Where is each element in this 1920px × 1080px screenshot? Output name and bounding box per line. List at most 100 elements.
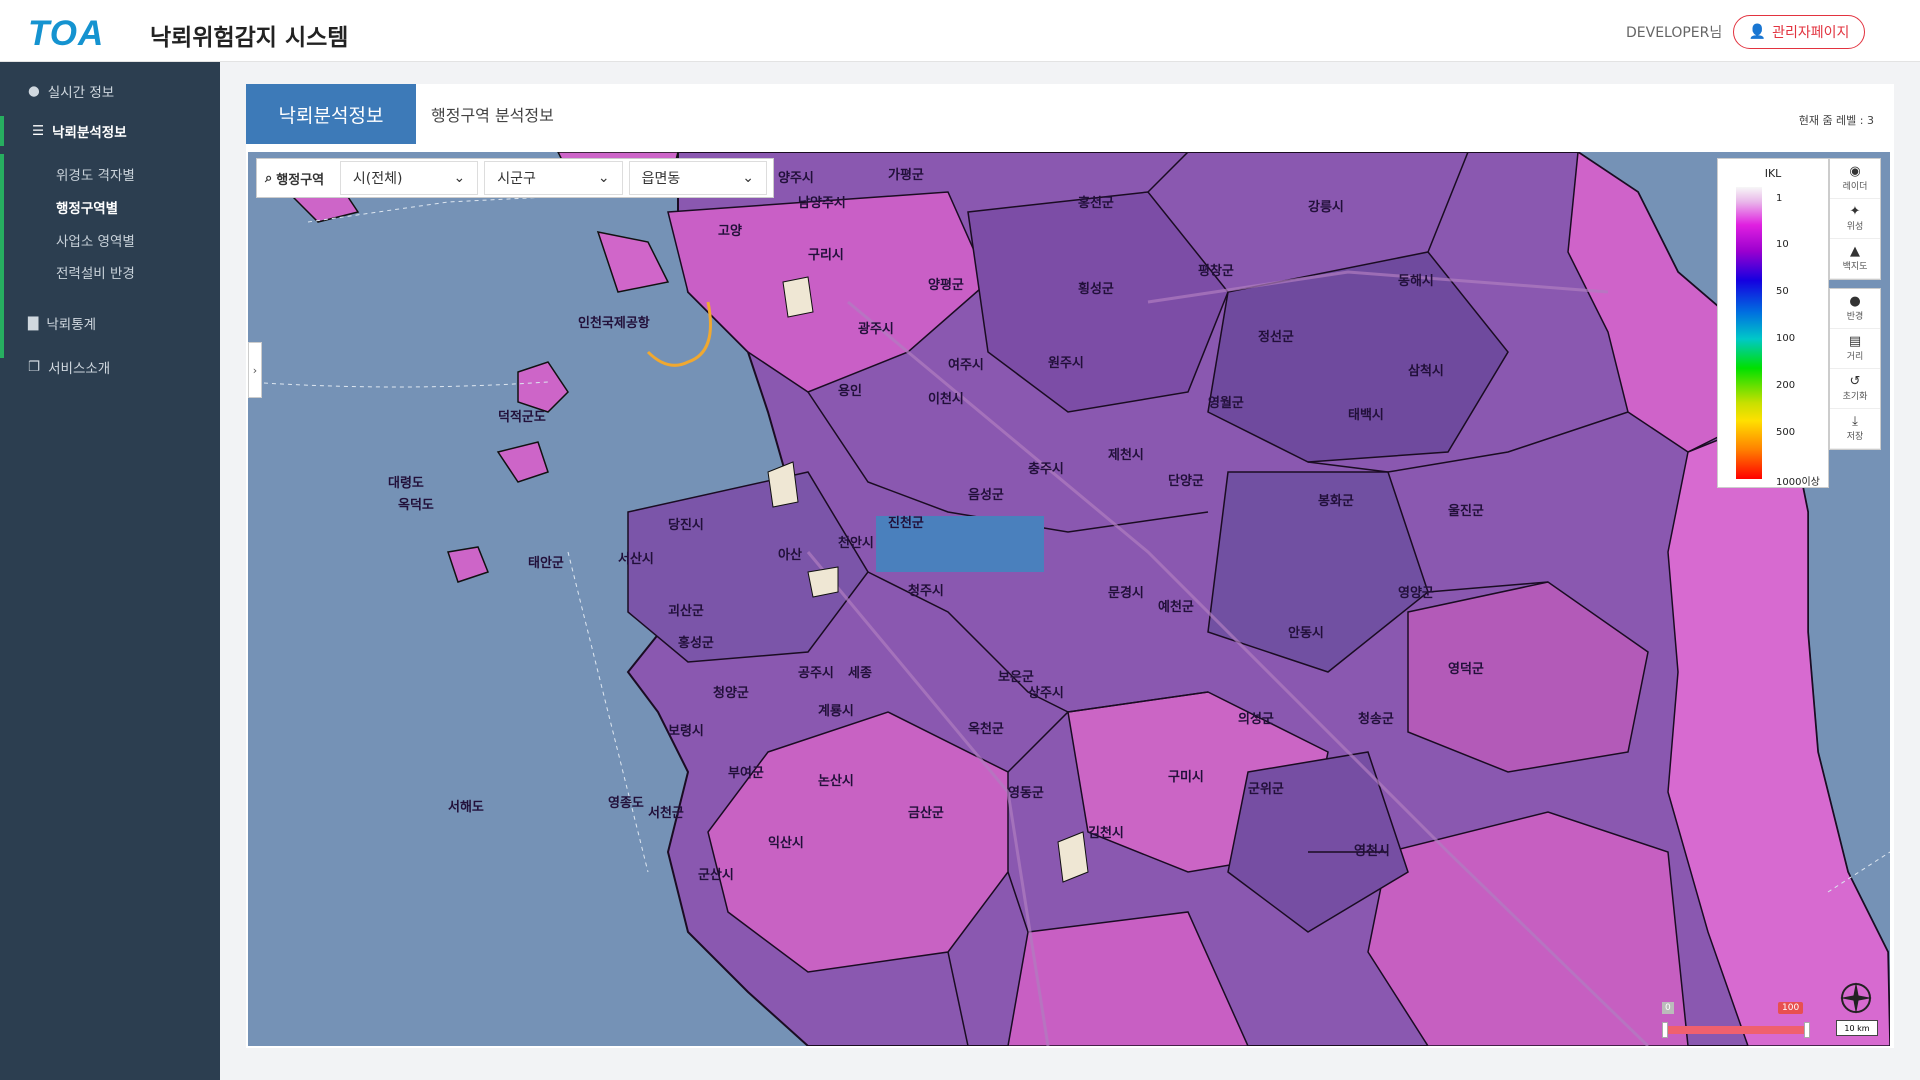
sidebar-item-label: 낙뢰통계 <box>46 317 97 333</box>
map-region-label: 논산시 <box>818 774 854 789</box>
map-region-label: 제천시 <box>1108 448 1144 463</box>
map-region-label: 고양 <box>718 224 742 239</box>
map-region-label: 옥천군 <box>968 722 1004 737</box>
map-pin-icon: ● <box>28 83 40 99</box>
blank-map-icon: ▲ <box>1850 244 1860 259</box>
tab-analysis[interactable]: 낙뢰분석정보 <box>246 84 416 144</box>
range-min-label: 0 <box>1662 1002 1674 1014</box>
map-region-label: 진천군 <box>888 516 924 531</box>
map-region-label: 당진시 <box>668 518 704 533</box>
radius-button[interactable]: ● 반경 <box>1830 289 1880 329</box>
map-view[interactable]: 양주시 가평군 홍천군 강릉시 남양주시 구리시 고양 인천국제공항 양평군 횡성군 평창군 동해시 광… <box>248 152 1890 1046</box>
distance-button[interactable]: ▤ 거리 <box>1830 329 1880 369</box>
map-region-label: 단양군 <box>1168 474 1204 489</box>
reset-button[interactable]: ↺ 초기화 <box>1830 369 1880 409</box>
logo[interactable]: TOA <box>28 14 104 54</box>
user-icon: 👤 <box>1748 24 1767 40</box>
map-region-label: 문경시 <box>1108 586 1144 601</box>
sidebar-item-service[interactable]: ❐ 서비스소개 <box>0 352 220 382</box>
range-slider-track[interactable] <box>1666 1026 1806 1034</box>
sidebar-item-statistics[interactable]: ▇ 낙뢰통계 <box>0 308 220 338</box>
legend-tick: 50 <box>1776 286 1789 297</box>
map-region-label: 덕적군도 <box>498 410 546 425</box>
map-region-label: 세종 <box>848 666 872 681</box>
map-region-label: 홍성군 <box>678 636 714 651</box>
filter-label: ⌕ 행정구역 <box>265 170 325 188</box>
satellite-button[interactable]: ✦ 위성 <box>1830 199 1880 239</box>
map-region-label: 이천시 <box>928 392 964 407</box>
map-region-label: 충주시 <box>1028 462 1064 477</box>
map-region-label: 군산시 <box>698 868 734 883</box>
sidebar-item-analysis[interactable]: ☰ 낙뢰분석정보 <box>0 116 220 146</box>
legend-tick: 100 <box>1776 333 1796 344</box>
district-select[interactable]: 시군구 ⌄ <box>484 161 623 195</box>
scale-bar: 10 km <box>1836 1020 1878 1036</box>
blank-map-button[interactable]: ▲ 백지도 <box>1830 239 1880 279</box>
range-slider-max-handle[interactable] <box>1804 1022 1810 1038</box>
map-region-label: 계룡시 <box>818 704 854 719</box>
map-region-label: 영덕군 <box>1448 662 1484 677</box>
map-region-label: 영양군 <box>1398 586 1434 601</box>
map-region-label: 평창군 <box>1198 264 1234 279</box>
map-region-label: 영월군 <box>1208 396 1244 411</box>
measure-tools: ● 반경 ▤ 거리 ↺ 초기화 ⤓ 저장 <box>1829 288 1881 450</box>
chevron-down-icon: ⌄ <box>742 170 754 186</box>
bar-chart-icon: ▇ <box>28 315 39 331</box>
admin-page-button[interactable]: 👤 관리자페이지 <box>1733 15 1865 49</box>
map-region-label: 서해도 <box>448 800 484 815</box>
sidebar-item-realtime[interactable]: ● 실시간 정보 <box>0 76 220 106</box>
save-button[interactable]: ⤓ 저장 <box>1830 409 1880 449</box>
ruler-icon: ▤ <box>1848 334 1862 349</box>
map-region-label: 용인 <box>838 384 862 399</box>
sidebar: ● 실시간 정보 ☰ 낙뢰분석정보 위경도 격자별 행정구역별 사업소 영역별 … <box>0 62 220 1080</box>
sidebar-subitem-district[interactable]: 행정구역별 <box>56 197 118 217</box>
legend-gradient <box>1736 187 1762 479</box>
panel-toggle-button[interactable]: › <box>248 342 262 398</box>
map-region-label: 청송군 <box>1358 712 1394 727</box>
map-region-label: 동해시 <box>1398 274 1434 289</box>
map-region-label: 양평군 <box>928 278 964 293</box>
sidebar-item-label: 서비스소개 <box>48 361 111 377</box>
chevron-down-icon: ⌄ <box>597 170 610 186</box>
copy-icon: ❐ <box>28 359 41 375</box>
map-region-label: 구리시 <box>808 248 844 263</box>
map-region-label: 예천군 <box>1158 600 1194 615</box>
user-name: DEVELOPER님 <box>1626 25 1723 41</box>
map-region-label: 공주시 <box>798 666 834 681</box>
map-region-label: 홍천군 <box>1078 196 1114 211</box>
town-select[interactable]: 읍면동 ⌄ <box>628 161 767 195</box>
sidebar-item-label: 낙뢰분석정보 <box>52 125 127 141</box>
map-region-label: 익산시 <box>768 836 804 851</box>
map-region-label: 영동군 <box>1008 786 1044 801</box>
map-region-label: 울진군 <box>1448 504 1484 519</box>
map-region-label: 영천시 <box>1354 844 1390 859</box>
map-region-label: 청주시 <box>908 584 944 599</box>
map-region-label: 대령도 <box>388 476 424 491</box>
map-region-label: 군위군 <box>1248 782 1284 797</box>
admin-page-label: 관리자페이지 <box>1772 25 1850 41</box>
map-region-label: 부여군 <box>728 766 764 781</box>
map-region-label: 보령시 <box>668 724 704 739</box>
sidebar-subitem-office[interactable]: 사업소 영역별 <box>56 230 135 250</box>
city-select[interactable]: 시(전체) ⌄ <box>339 161 479 195</box>
sidebar-subitem-facility[interactable]: 전력설비 반경 <box>56 262 135 282</box>
app-header: TOA 낙뢰위험감지 시스템 DEVELOPER님 👤 관리자페이지 <box>0 0 1920 62</box>
map-region-label: 서천군 <box>648 806 684 821</box>
reset-icon: ↺ <box>1849 374 1861 389</box>
radar-button[interactable]: ◉ 레이더 <box>1830 159 1880 199</box>
legend-tick: 500 <box>1776 427 1796 438</box>
map-region-label: 보은군 <box>998 670 1034 685</box>
legend-tick: 200 <box>1776 380 1796 391</box>
map-region-label: 강릉시 <box>1308 200 1344 215</box>
map-region-label: 서산시 <box>618 552 654 567</box>
tab-district-analysis[interactable]: 행정구역 분석정보 <box>431 84 554 144</box>
layer-tools: ◉ 레이더 ✦ 위성 ▲ 백지도 <box>1829 158 1881 280</box>
sidebar-subitem-grid[interactable]: 위경도 격자별 <box>56 164 135 184</box>
map-region-label: 의성군 <box>1238 712 1274 727</box>
sidebar-item-label: 실시간 정보 <box>47 85 115 101</box>
map-region-label: 원주시 <box>1048 356 1084 371</box>
map-region-label: 양주시 <box>778 171 814 186</box>
zoom-level: 현재 줌 레벨 : 3 <box>1798 114 1874 127</box>
range-max-label: 100 <box>1778 1002 1804 1014</box>
range-slider-min-handle[interactable] <box>1662 1022 1668 1038</box>
